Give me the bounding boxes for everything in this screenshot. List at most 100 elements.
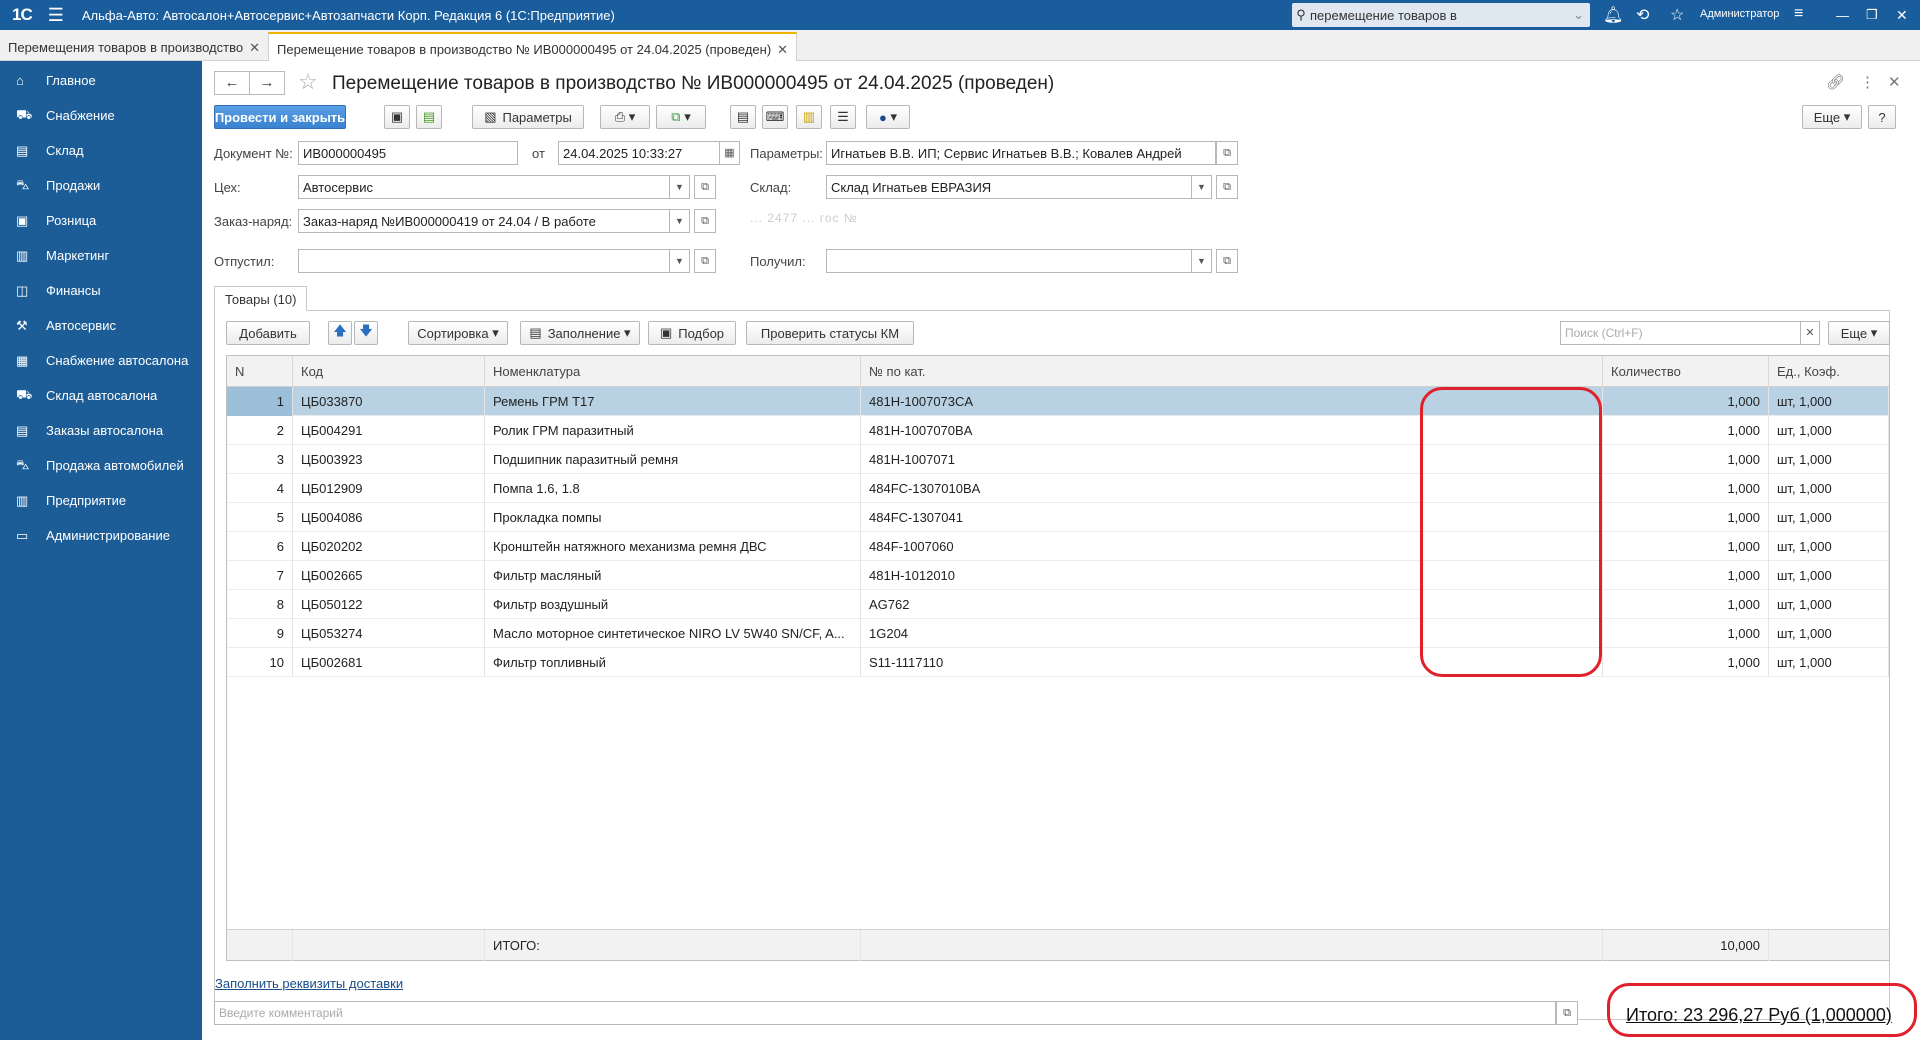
sort-button[interactable]: Сортировка ▾ xyxy=(408,321,508,345)
global-search-input[interactable]: ⚲ перемещение товаров в ⌄ xyxy=(1292,3,1590,27)
save-icon[interactable]: ▣ xyxy=(384,105,410,129)
journal-icon[interactable]: ▥ xyxy=(796,105,822,129)
sidebar-item-dealer-supply[interactable]: ▦ Снабжение автосалона xyxy=(0,343,202,378)
more-button[interactable]: Еще ▾ xyxy=(1802,105,1862,129)
create-based-on-button[interactable]: ⧉ ▾ xyxy=(656,105,706,129)
check-km-button[interactable]: Проверить статусы КМ xyxy=(746,321,914,345)
bell-icon[interactable]: 🔔︎ xyxy=(1603,5,1623,25)
table-row[interactable]: 6 ЦБ020202 Кронштейн натяжного механизма р… xyxy=(227,532,1889,561)
table-row[interactable]: 3 ЦБ003923 Подшипник паразитный ремня 481H-… xyxy=(227,445,1889,474)
goods-table[interactable]: N Код Номенклатура № по кат. Количество … xyxy=(226,355,1890,961)
tab-transfer-document[interactable]: Перемещение товаров в производство № ИВ0… xyxy=(268,32,798,61)
table-row[interactable]: 10 ЦБ002681 Фильтр топливный S11-1117110 1,0… xyxy=(227,648,1889,677)
open-released-icon[interactable]: ⧉ xyxy=(694,249,716,273)
doc-number-field[interactable]: ИВ000000495 xyxy=(298,141,518,165)
sidebar-item-dealer-orders[interactable]: ▤ Заказы автосалона xyxy=(0,413,202,448)
more-vertical-icon[interactable]: ⋮ xyxy=(1860,73,1875,91)
more-actions-button[interactable]: ● ▾ xyxy=(866,105,910,129)
table-row[interactable]: 9 ЦБ053274 Масло моторное синтетическое NI… xyxy=(227,619,1889,648)
pick-button[interactable]: ▣ Подбор xyxy=(648,321,736,345)
sidebar-item-retail[interactable]: ▣ Розница xyxy=(0,203,202,238)
table-row[interactable]: 7 ЦБ002665 Фильтр масляный 481H-1012010 1,00… xyxy=(227,561,1889,590)
warehouse-dropdown-icon[interactable]: ▼ xyxy=(1192,175,1212,199)
table-row[interactable]: 4 ЦБ012909 Помпа 1.6, 1.8 484FC-1307010BA 1,… xyxy=(227,474,1889,503)
sidebar-item-home[interactable]: ⌂ Главное xyxy=(0,63,202,98)
structure-icon[interactable]: ☰ xyxy=(830,105,856,129)
fill-delivery-link[interactable]: Заполнить реквизиты доставки xyxy=(215,976,403,991)
restore-icon[interactable]: ❐ xyxy=(1866,7,1878,23)
open-comment-icon[interactable]: ⧉ xyxy=(1556,1001,1578,1025)
clear-table-search-icon[interactable]: ✕ xyxy=(1800,321,1820,345)
open-received-icon[interactable]: ⧉ xyxy=(1216,249,1238,273)
add-row-button[interactable]: Добавить xyxy=(226,321,310,345)
sidebar-item-warehouse[interactable]: ▤ Склад xyxy=(0,133,202,168)
date-field[interactable]: 24.04.2025 10:33:27 xyxy=(558,141,720,165)
open-params-icon[interactable]: ⧉ xyxy=(1216,141,1238,165)
sidebar-item-supply[interactable]: ⛟ Снабжение xyxy=(0,98,202,133)
close-window-icon[interactable]: ✕ xyxy=(1896,7,1908,24)
open-shop-icon[interactable]: ⧉ xyxy=(694,175,716,199)
close-tab-icon[interactable]: ✕ xyxy=(777,42,788,57)
print-button[interactable]: ⎙ ▾ xyxy=(600,105,650,129)
close-tab-icon[interactable]: ✕ xyxy=(249,40,260,55)
tab-goods[interactable]: Товары (10) xyxy=(214,286,308,311)
table-search-input[interactable]: Поиск (Ctrl+F) xyxy=(1560,321,1802,345)
col-quantity[interactable]: Количество xyxy=(1603,356,1769,387)
sidebar-item-car-sales[interactable]: ⛍ Продажа автомобилей xyxy=(0,448,202,483)
table-more-button[interactable]: Еще ▾ xyxy=(1828,321,1890,345)
report-icon[interactable]: ▤ xyxy=(730,105,756,129)
calendar-icon[interactable]: ▦ xyxy=(720,141,740,165)
col-code[interactable]: Код xyxy=(293,356,485,387)
comment-input[interactable]: Введите комментарий xyxy=(214,1001,1556,1025)
post-icon[interactable]: ▤ xyxy=(416,105,442,129)
warehouse-field[interactable]: Склад Игнатьев ЕВРАЗИЯ xyxy=(826,175,1192,199)
received-field[interactable] xyxy=(826,249,1192,273)
minimize-icon[interactable]: — xyxy=(1836,8,1849,23)
sidebar-item-admin[interactable]: ▭ Администрирование xyxy=(0,518,202,553)
close-form-icon[interactable]: ✕ xyxy=(1888,73,1901,91)
released-field[interactable] xyxy=(298,249,670,273)
settings-menu-icon[interactable]: ≡ xyxy=(1794,5,1803,23)
sidebar-item-marketing[interactable]: ▥ Маркетинг xyxy=(0,238,202,273)
col-n[interactable]: N xyxy=(227,356,293,387)
open-warehouse-icon[interactable]: ⧉ xyxy=(1216,175,1238,199)
table-row[interactable]: 2 ЦБ004291 Ролик ГРМ паразитный 481H-100707… xyxy=(227,416,1889,445)
tab-transfers-list[interactable]: Перемещения товаров в производство ✕ xyxy=(0,32,268,61)
sidebar-item-autoservice[interactable]: ⚒ Автосервис xyxy=(0,308,202,343)
sidebar-item-enterprise[interactable]: ▥ Предприятие xyxy=(0,483,202,518)
open-order-icon[interactable]: ⧉ xyxy=(694,209,716,233)
col-unit[interactable]: Ед., Коэф. xyxy=(1769,356,1889,387)
hamburger-menu-icon[interactable]: ☰ xyxy=(48,5,64,26)
received-dropdown-icon[interactable]: ▼ xyxy=(1192,249,1212,273)
params-field[interactable]: Игнатьев В.В. ИП; Сервис Игнатьев В.В.; … xyxy=(826,141,1216,165)
help-button[interactable]: ? xyxy=(1868,105,1896,129)
back-button[interactable]: ← xyxy=(214,71,250,95)
sidebar-item-dealer-warehouse[interactable]: ⛟ Склад автосалона xyxy=(0,378,202,413)
keyboard-icon[interactable]: ⌨ xyxy=(762,105,788,129)
col-name[interactable]: Номенклатура xyxy=(485,356,861,387)
order-field[interactable]: Заказ-наряд №ИВ000000419 от 24.04 / В ра… xyxy=(298,209,670,233)
move-up-icon[interactable]: 🡅 xyxy=(328,321,352,345)
clear-search-icon[interactable]: ⌄ xyxy=(1573,7,1584,23)
shop-dropdown-icon[interactable]: ▼ xyxy=(670,175,690,199)
released-dropdown-icon[interactable]: ▼ xyxy=(670,249,690,273)
shop-field[interactable]: Автосервис xyxy=(298,175,670,199)
col-catalog-no[interactable]: № по кат. xyxy=(861,356,1603,387)
favorites-star-icon[interactable]: ☆ xyxy=(1670,5,1684,25)
table-row[interactable]: 5 ЦБ004086 Прокладка помпы 484FC-1307041 1,0… xyxy=(227,503,1889,532)
cell-n: 10 xyxy=(227,648,293,677)
table-row[interactable]: 1 ЦБ033870 Ремень ГРМ Т17 481H-1007073CA 1,0… xyxy=(227,387,1889,416)
sidebar-item-sales[interactable]: ⛍ Продажи xyxy=(0,168,202,203)
sidebar-item-finance[interactable]: ◫ Финансы xyxy=(0,273,202,308)
fill-button[interactable]: ▤ Заполнение ▾ xyxy=(520,321,640,345)
move-down-icon[interactable]: 🡇 xyxy=(354,321,378,345)
table-row[interactable]: 8 ЦБ050122 Фильтр воздушный AG762 1,000 шт, 1… xyxy=(227,590,1889,619)
history-icon[interactable]: ⟲ xyxy=(1636,5,1649,25)
favorite-star-icon[interactable]: ☆ xyxy=(298,69,318,95)
post-and-close-button[interactable]: Провести и закрыть xyxy=(214,105,346,129)
user-name[interactable]: Администратор xyxy=(1700,8,1779,20)
forward-button[interactable]: → xyxy=(249,71,285,95)
link-icon[interactable]: 🔗︎ xyxy=(1826,73,1845,91)
order-dropdown-icon[interactable]: ▼ xyxy=(670,209,690,233)
parameters-button[interactable]: ▧ Параметры xyxy=(472,105,584,129)
